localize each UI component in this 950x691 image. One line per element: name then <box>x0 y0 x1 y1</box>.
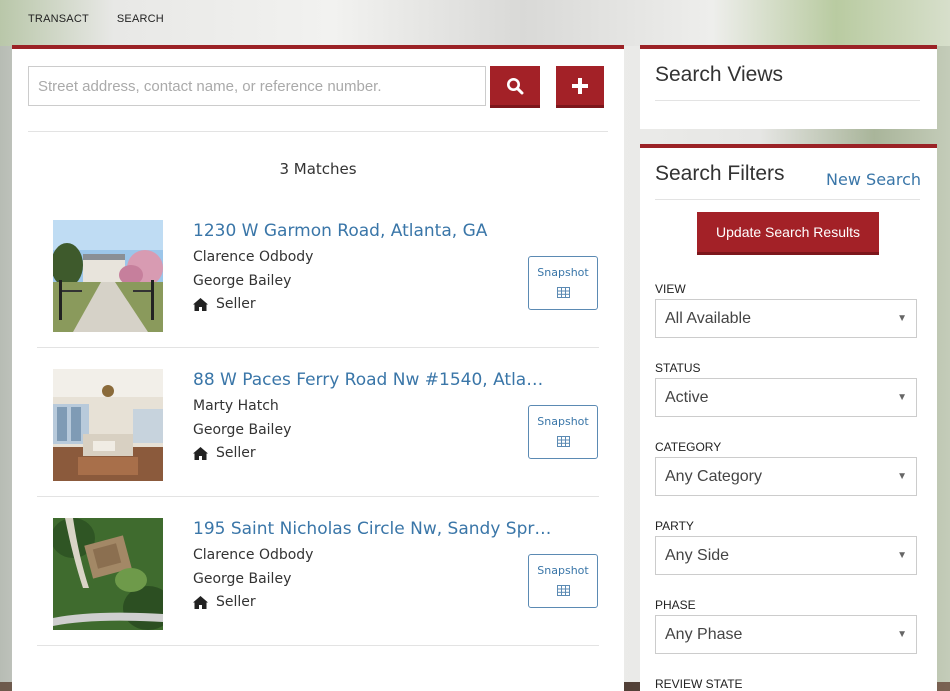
results-panel: 3 Matches 1230 W Garmon Road, Atlanta, G… <box>12 45 624 691</box>
search-input[interactable] <box>28 66 486 106</box>
search-icon <box>507 77 524 94</box>
table-icon <box>556 585 570 596</box>
result-title-link[interactable]: 88 W Paces Ferry Road Nw #1540, Atlanta,… <box>193 370 553 390</box>
result-side-label: Seller <box>216 296 256 312</box>
home-icon <box>193 297 208 311</box>
home-icon <box>193 595 208 609</box>
nav-transact[interactable]: TRANSACT <box>28 13 89 25</box>
snapshot-button[interactable]: Snapshot <box>528 256 598 310</box>
result-contact: Clarence Odbody <box>193 249 314 265</box>
result-item: 88 W Paces Ferry Road Nw #1540, Atlanta,… <box>37 349 599 497</box>
filter-label-status: STATUS <box>655 361 701 375</box>
search-views-panel: Search Views <box>640 45 937 129</box>
result-title-link[interactable]: 195 Saint Nicholas Circle Nw, Sandy Spri… <box>193 519 553 539</box>
result-side: Seller <box>193 445 256 461</box>
filter-label-phase: PHASE <box>655 598 696 612</box>
filters-divider <box>655 199 920 200</box>
plus-icon <box>572 77 588 94</box>
result-item: 1230 W Garmon Road, Atlanta, GA Clarence… <box>37 200 599 348</box>
table-icon <box>556 287 570 298</box>
caret-down-icon: ▼ <box>897 471 907 482</box>
filter-select-status-value: Active <box>665 388 709 406</box>
new-search-link[interactable]: New Search <box>826 170 921 189</box>
snapshot-label: Snapshot <box>537 564 589 577</box>
search-filters-title: Search Filters <box>655 162 785 185</box>
filter-label-category: CATEGORY <box>655 440 722 454</box>
search-filters-panel: Search Filters New Search Update Search … <box>640 144 937 691</box>
snapshot-button[interactable]: Snapshot <box>528 554 598 608</box>
filter-select-category[interactable]: Any Category ▼ <box>655 457 917 496</box>
caret-down-icon: ▼ <box>897 392 907 403</box>
property-photo[interactable] <box>53 518 163 630</box>
property-photo[interactable] <box>53 369 163 481</box>
caret-down-icon: ▼ <box>897 550 907 561</box>
top-nav: TRANSACT SEARCH <box>28 13 164 25</box>
property-photo[interactable] <box>53 220 163 332</box>
result-item: 195 Saint Nicholas Circle Nw, Sandy Spri… <box>37 498 599 646</box>
filter-select-view[interactable]: All Available ▼ <box>655 299 917 338</box>
result-agent: George Bailey <box>193 422 292 438</box>
nav-search[interactable]: SEARCH <box>117 13 164 25</box>
filter-select-phase[interactable]: Any Phase ▼ <box>655 615 917 654</box>
caret-down-icon: ▼ <box>897 629 907 640</box>
filter-select-party[interactable]: Any Side ▼ <box>655 536 917 575</box>
search-button[interactable] <box>490 66 540 108</box>
filter-label-view: VIEW <box>655 282 686 296</box>
update-search-results-button[interactable]: Update Search Results <box>697 212 879 255</box>
snapshot-label: Snapshot <box>537 415 589 428</box>
filter-select-status[interactable]: Active ▼ <box>655 378 917 417</box>
home-icon <box>193 446 208 460</box>
filter-label-party: PARTY <box>655 519 694 533</box>
result-contact: Clarence Odbody <box>193 547 314 563</box>
result-side-label: Seller <box>216 594 256 610</box>
result-agent: George Bailey <box>193 571 292 587</box>
views-divider <box>655 100 920 101</box>
add-button[interactable] <box>556 66 604 108</box>
result-agent: George Bailey <box>193 273 292 289</box>
caret-down-icon: ▼ <box>897 313 907 324</box>
match-count: 3 Matches <box>279 160 357 178</box>
result-side: Seller <box>193 296 256 312</box>
search-views-title: Search Views <box>655 63 784 86</box>
filter-label-review-state: REVIEW STATE <box>655 677 743 691</box>
filter-select-phase-value: Any Phase <box>665 625 743 643</box>
filter-select-party-value: Any Side <box>665 546 730 564</box>
search-divider <box>28 131 608 132</box>
snapshot-button[interactable]: Snapshot <box>528 405 598 459</box>
table-icon <box>556 436 570 447</box>
result-side: Seller <box>193 594 256 610</box>
snapshot-label: Snapshot <box>537 266 589 279</box>
filter-select-category-value: Any Category <box>665 467 762 485</box>
result-side-label: Seller <box>216 445 256 461</box>
result-contact: Marty Hatch <box>193 398 279 414</box>
result-title-link[interactable]: 1230 W Garmon Road, Atlanta, GA <box>193 221 553 241</box>
filter-select-view-value: All Available <box>665 309 751 327</box>
